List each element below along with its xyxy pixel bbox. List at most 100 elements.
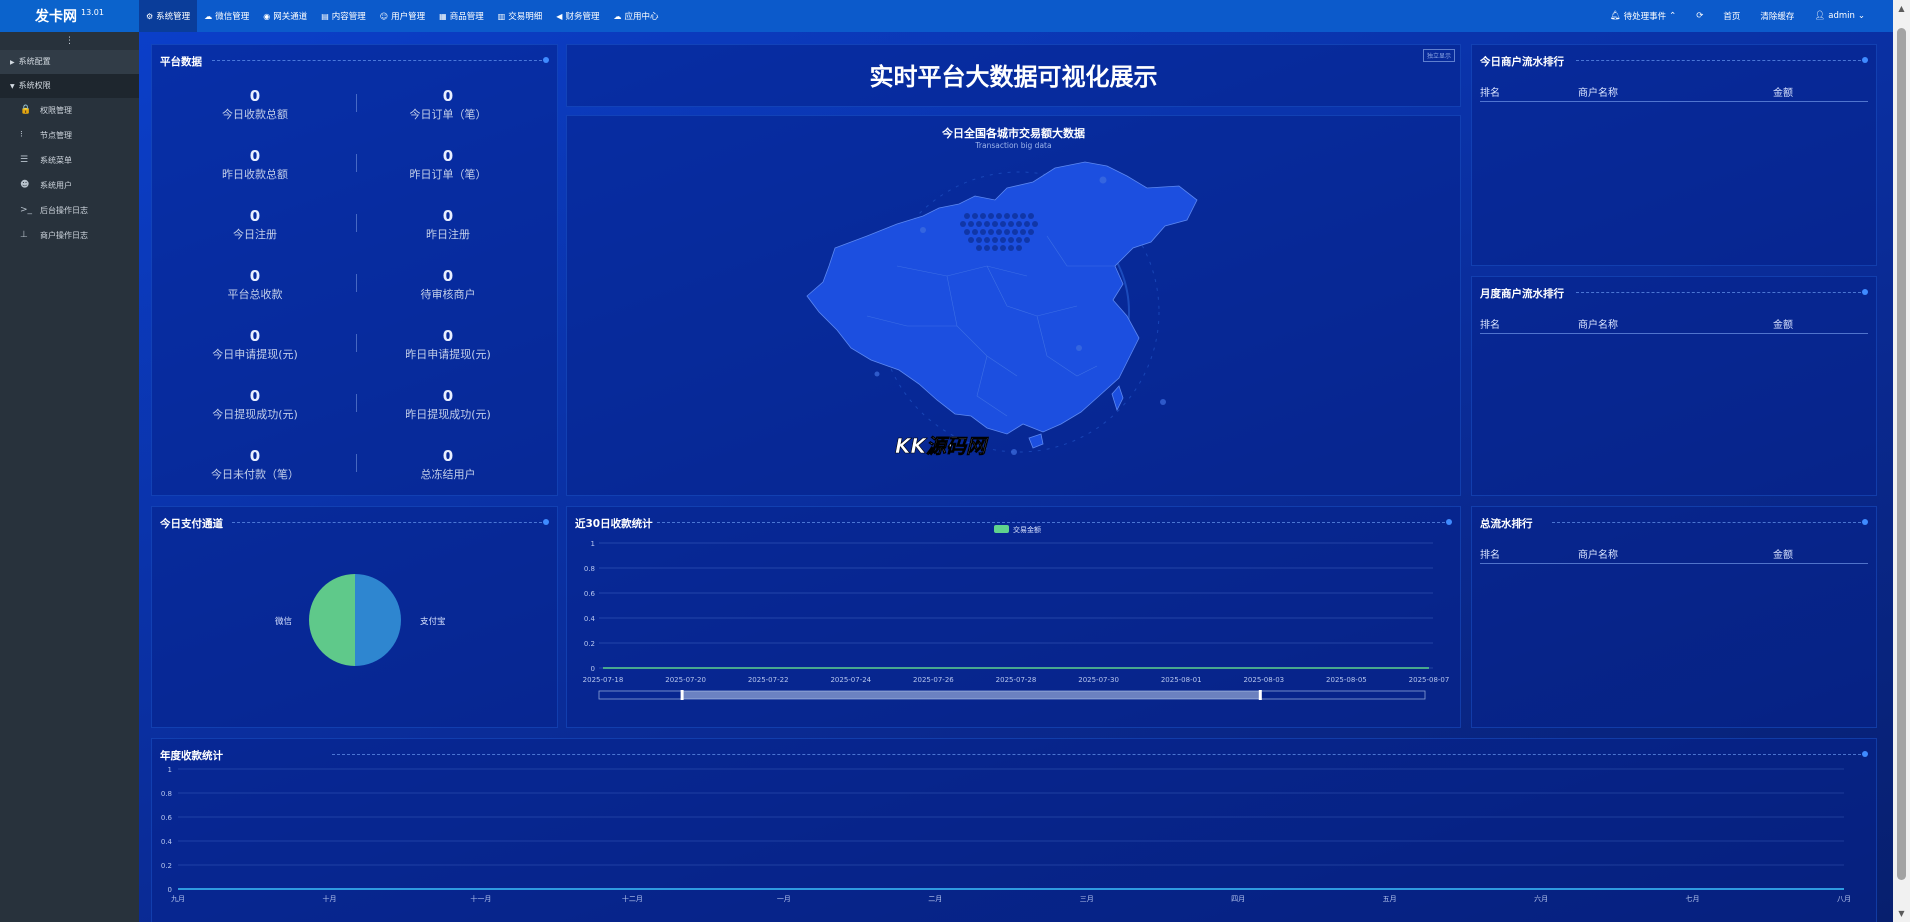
sidebar-group-system-permissions[interactable]: ▼ 系统权限	[0, 74, 139, 98]
page-scrollbar[interactable]: ▲ ▼	[1893, 0, 1910, 922]
legend-swatch[interactable]	[994, 525, 1009, 533]
x-tick-label: 二月	[928, 895, 942, 903]
chevron-down-icon: ⌄	[1857, 11, 1865, 21]
fullscreen-button[interactable]: 独立显示	[1422, 49, 1455, 62]
user-menu[interactable]: 👤︎ admin ⌄	[1804, 0, 1875, 32]
pattern-dot	[980, 213, 986, 219]
topnav-item[interactable]: ☁ 微信管理	[197, 0, 256, 32]
topnav-label: 应用中心	[624, 12, 659, 22]
decor-dot	[874, 371, 880, 377]
y-tick-label: 0.6	[161, 814, 173, 822]
y-tick-label: 0.2	[584, 640, 595, 648]
pattern-dot	[1004, 229, 1010, 235]
pattern-dot	[1012, 213, 1018, 219]
pattern-dot	[964, 213, 970, 219]
zoom-slider-window[interactable]	[681, 691, 1260, 699]
sidebar-group-system-config[interactable]: ▶ 系统配置	[0, 50, 139, 74]
zoom-handle-left[interactable]	[680, 690, 684, 700]
title-dot-icon	[543, 57, 549, 63]
pattern-dot	[1012, 229, 1018, 235]
topnav-item[interactable]: ⚙ 系统管理	[139, 0, 198, 32]
title-dot-icon	[1862, 289, 1868, 295]
clear-cache-button[interactable]: 清除缓存	[1750, 0, 1804, 32]
y-tick-label: 0	[168, 886, 172, 894]
pattern-dot	[972, 213, 978, 219]
sidebar-item[interactable]: ⁝ 节点管理	[0, 123, 139, 148]
dashboard-main: 平台数据 0 今日收款总额 0 今日订单（笔） 0 昨日收款总额 0 昨日订单（笔） 0 今日注册…	[139, 32, 1893, 922]
scroll-up-icon[interactable]: ▲	[1893, 0, 1910, 17]
topnav-label: 交易明细	[508, 12, 543, 22]
panel-title: 月度商户流水排行	[1480, 288, 1564, 300]
pattern-dot	[960, 221, 966, 227]
top-navbar: 发卡网 13.01 ⚙ 系统管理 ☁ 微信管理 ◉ 网关通道 ▤ 内容管理 ☺ 用户管理 ▦ 商品管理 ▥…	[0, 0, 1893, 32]
refresh-button[interactable]: ⟳	[1686, 0, 1713, 32]
stat-value: 0	[442, 147, 454, 165]
dashboard-title: 实时平台大数据可视化展示	[869, 63, 1158, 91]
pin-icon: ⊥	[20, 230, 28, 240]
stat-label: 今日申请提现(元)	[212, 348, 298, 361]
stat-item: 0 总冻结用户	[348, 447, 548, 482]
col-amount: 金额	[1773, 320, 1793, 331]
sidebar-item[interactable]: >_ 后台操作日志	[0, 198, 139, 223]
stat-label: 今日收款总额	[222, 108, 288, 121]
pie-slice[interactable]	[355, 574, 401, 666]
pie-label: 支付宝	[420, 616, 446, 627]
pattern-dot	[1008, 221, 1014, 227]
stat-label: 今日注册	[233, 228, 277, 241]
stat-label: 昨日注册	[426, 228, 470, 241]
x-tick-label: 2025-07-24	[830, 676, 871, 684]
sidebar-item-label: 系统用户	[40, 181, 72, 190]
col-merchant: 商户名称	[1578, 88, 1618, 99]
topnav-item[interactable]: ▥ 交易明细	[491, 0, 550, 32]
x-tick-label: 三月	[1080, 895, 1094, 903]
sidebar-item[interactable]: 🔒 权限管理	[0, 98, 139, 123]
panel-title: 平台数据	[160, 56, 202, 68]
stat-item: 0 今日未付款（笔）	[155, 447, 355, 482]
y-tick-label: 1	[168, 766, 172, 774]
topnav-item[interactable]: ◉ 网关通道	[256, 0, 314, 32]
topnav-label: 内容管理	[331, 12, 366, 22]
ellipsis-icon: ⁝	[20, 130, 23, 140]
topnav-item[interactable]: ◀ 财务管理	[549, 0, 606, 32]
pattern-dot	[1004, 213, 1010, 219]
home-link[interactable]: 首页	[1713, 0, 1750, 32]
brand-logo[interactable]: 发卡网 13.01	[0, 0, 139, 32]
topnav-item[interactable]: ▤ 内容管理	[314, 0, 373, 32]
pie-slice[interactable]	[309, 574, 355, 666]
topnav-item[interactable]: ☁ 应用中心	[606, 0, 665, 32]
pattern-dot	[1008, 245, 1014, 251]
sidebar-item[interactable]: ☰ 系统菜单	[0, 148, 139, 173]
topnav-item[interactable]: ▦ 商品管理	[432, 0, 491, 32]
title-dot-icon	[1862, 519, 1868, 525]
x-tick-label: 七月	[1686, 894, 1700, 903]
scroll-down-icon[interactable]: ▼	[1893, 905, 1910, 922]
stat-value: 0	[249, 87, 261, 105]
wechat-icon: ☁	[204, 11, 213, 21]
zoom-handle-right[interactable]	[1258, 690, 1262, 700]
pattern-dot	[996, 229, 1002, 235]
china-map	[806, 161, 1198, 455]
recent30-panel: 近30日收款统计 交易金额 0 0.2 0.4 0.6 0.8 1 2025-07-18 202…	[566, 506, 1461, 728]
file-icon: ▤	[321, 11, 329, 21]
sidebar-item[interactable]: ☻ 系统用户	[0, 173, 139, 198]
sidebar-group-label: 系统权限	[18, 81, 51, 90]
top-nav: ⚙ 系统管理 ☁ 微信管理 ◉ 网关通道 ▤ 内容管理 ☺ 用户管理 ▦ 商品管理 ▥ 交易明细 ◀ 财务管理…	[139, 0, 665, 32]
stat-value: 0	[442, 447, 454, 465]
stat-value: 0	[249, 387, 261, 405]
gateway-icon: ◉	[263, 11, 271, 21]
bell-icon: 🔔︎	[1609, 11, 1621, 21]
pattern-dot	[984, 245, 990, 251]
stat-label: 待审核商户	[420, 288, 476, 301]
topnav-item[interactable]: ☺ 用户管理	[373, 0, 432, 32]
scroll-thumb[interactable]	[1897, 28, 1906, 880]
decor-dot	[920, 227, 926, 233]
col-rank: 排名	[1480, 320, 1500, 331]
sidebar-toggle-button[interactable]: ⋮	[0, 32, 139, 50]
pattern-dot	[1000, 237, 1006, 243]
pattern-dot	[976, 245, 982, 251]
stat-label: 昨日提现成功(元)	[405, 408, 491, 421]
brand-name: 发卡网	[35, 9, 78, 25]
pending-events-button[interactable]: 🔔︎ 待处理事件 ⌃	[1600, 0, 1686, 32]
x-tick-label: 2025-07-26	[913, 676, 954, 684]
sidebar-item[interactable]: ⊥ 商户操作日志	[0, 223, 139, 248]
